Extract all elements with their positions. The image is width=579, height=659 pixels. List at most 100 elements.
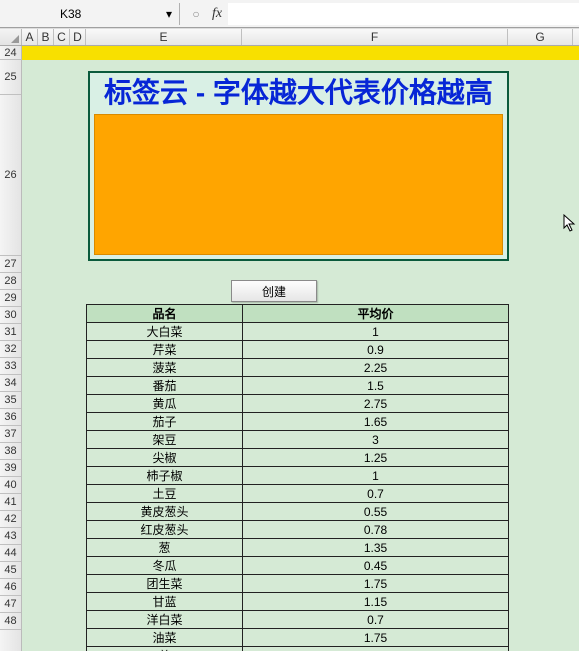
row-header[interactable]: 42 <box>0 511 21 528</box>
cell-name[interactable]: 尖椒 <box>87 449 243 467</box>
table-row[interactable]: 冬瓜0.45 <box>87 557 509 575</box>
name-box[interactable]: K38 ▾ <box>30 3 180 25</box>
row-header[interactable]: 29 <box>0 290 21 307</box>
row-header[interactable]: 48 <box>0 613 21 630</box>
cell-name[interactable]: 柿子椒 <box>87 467 243 485</box>
row-header[interactable]: 47 <box>0 596 21 613</box>
col-header-D[interactable]: D <box>70 29 86 45</box>
row-header[interactable]: 31 <box>0 324 21 341</box>
row-header[interactable]: 30 <box>0 307 21 324</box>
row-header[interactable]: 24 <box>0 46 21 60</box>
cell-name[interactable]: 洋白菜 <box>87 611 243 629</box>
row-header[interactable]: 36 <box>0 409 21 426</box>
row-header[interactable]: 40 <box>0 477 21 494</box>
cell-name[interactable]: 大白菜 <box>87 323 243 341</box>
table-row[interactable]: 红皮葱头0.78 <box>87 521 509 539</box>
row-header[interactable]: 37 <box>0 426 21 443</box>
cell-price[interactable]: 3 <box>243 431 509 449</box>
row-header[interactable]: 46 <box>0 579 21 596</box>
table-row[interactable]: 油菜1.75 <box>87 629 509 647</box>
row-header[interactable]: 44 <box>0 545 21 562</box>
col-header-A[interactable]: A <box>22 29 38 45</box>
row-header[interactable]: 32 <box>0 341 21 358</box>
formula-input[interactable] <box>228 3 579 25</box>
cell-name[interactable]: 番茄 <box>87 377 243 395</box>
fx-icon[interactable]: fx <box>212 6 222 22</box>
table-row[interactable]: 菠菜2.25 <box>87 359 509 377</box>
cell-price[interactable]: 0.9 <box>243 341 509 359</box>
cell-price[interactable]: 1.15 <box>243 593 509 611</box>
row-headers: 24 25 26 27 28 29 30 31 32 33 34 35 36 3… <box>0 46 22 651</box>
col-header-C[interactable]: C <box>54 29 70 45</box>
cell-price[interactable]: 2.75 <box>243 395 509 413</box>
cell-price[interactable]: 1.5 <box>243 377 509 395</box>
cell-name[interactable]: 姜 <box>87 647 243 652</box>
cell-price[interactable]: 0.7 <box>243 611 509 629</box>
cell-price[interactable]: 1.75 <box>243 575 509 593</box>
cell-price[interactable]: 0.55 <box>243 503 509 521</box>
cell-price[interactable]: 2.25 <box>243 359 509 377</box>
cell-price[interactable]: 1.35 <box>243 539 509 557</box>
cell-name[interactable]: 架豆 <box>87 431 243 449</box>
cell-price[interactable]: 3.85 <box>243 647 509 652</box>
row-header[interactable]: 39 <box>0 460 21 477</box>
row-header[interactable]: 26 <box>0 95 21 256</box>
table-row[interactable]: 姜3.85 <box>87 647 509 652</box>
row-header[interactable]: 27 <box>0 256 21 273</box>
table-row[interactable]: 尖椒1.25 <box>87 449 509 467</box>
name-box-dropdown-icon[interactable]: ▾ <box>163 8 175 20</box>
circle-icon[interactable]: ○ <box>187 5 205 23</box>
table-row[interactable]: 甘蓝1.15 <box>87 593 509 611</box>
row-header[interactable]: 35 <box>0 392 21 409</box>
cell-name[interactable]: 黄皮葱头 <box>87 503 243 521</box>
table-row[interactable]: 柿子椒1 <box>87 467 509 485</box>
cell-price[interactable]: 0.7 <box>243 485 509 503</box>
cell-price[interactable]: 1 <box>243 323 509 341</box>
col-header-G[interactable]: G <box>508 29 573 45</box>
col-header-E[interactable]: E <box>86 29 242 45</box>
row-header[interactable]: 41 <box>0 494 21 511</box>
table-row[interactable]: 茄子1.65 <box>87 413 509 431</box>
cell-name[interactable]: 茄子 <box>87 413 243 431</box>
table-row[interactable]: 团生菜1.75 <box>87 575 509 593</box>
cell-name[interactable]: 土豆 <box>87 485 243 503</box>
cell-name[interactable]: 冬瓜 <box>87 557 243 575</box>
cell-price[interactable]: 0.78 <box>243 521 509 539</box>
table-row[interactable]: 土豆0.7 <box>87 485 509 503</box>
cell-name[interactable]: 团生菜 <box>87 575 243 593</box>
cell-name[interactable]: 油菜 <box>87 629 243 647</box>
row-header[interactable]: 28 <box>0 273 21 290</box>
row-header[interactable]: 43 <box>0 528 21 545</box>
row-header[interactable]: 45 <box>0 562 21 579</box>
table-row[interactable]: 芹菜0.9 <box>87 341 509 359</box>
cell-name[interactable]: 菠菜 <box>87 359 243 377</box>
cell-price[interactable]: 1 <box>243 467 509 485</box>
row-header[interactable]: 34 <box>0 375 21 392</box>
row-header[interactable]: 33 <box>0 358 21 375</box>
table-row[interactable]: 葱1.35 <box>87 539 509 557</box>
cell-name[interactable]: 黄瓜 <box>87 395 243 413</box>
cell-name[interactable]: 芹菜 <box>87 341 243 359</box>
cell-price[interactable]: 1.65 <box>243 413 509 431</box>
table-row[interactable]: 黄皮葱头0.55 <box>87 503 509 521</box>
cell-name[interactable]: 红皮葱头 <box>87 521 243 539</box>
cell-name[interactable]: 甘蓝 <box>87 593 243 611</box>
table-row[interactable]: 黄瓜2.75 <box>87 395 509 413</box>
table-row[interactable]: 洋白菜0.7 <box>87 611 509 629</box>
cell-name[interactable]: 葱 <box>87 539 243 557</box>
create-button[interactable]: 创建 <box>231 280 317 302</box>
col-header-B[interactable]: B <box>38 29 54 45</box>
row-header[interactable]: 38 <box>0 443 21 460</box>
col-header-F[interactable]: F <box>242 29 508 45</box>
table-header-price[interactable]: 平均价 <box>243 305 509 323</box>
table-row[interactable]: 番茄1.5 <box>87 377 509 395</box>
table-row[interactable]: 大白菜1 <box>87 323 509 341</box>
table-header-name[interactable]: 品名 <box>87 305 243 323</box>
name-box-value: K38 <box>34 7 163 21</box>
select-all-corner[interactable] <box>0 29 22 45</box>
cell-price[interactable]: 0.45 <box>243 557 509 575</box>
cell-price[interactable]: 1.25 <box>243 449 509 467</box>
cell-price[interactable]: 1.75 <box>243 629 509 647</box>
row-header[interactable]: 25 <box>0 60 21 95</box>
table-row[interactable]: 架豆3 <box>87 431 509 449</box>
